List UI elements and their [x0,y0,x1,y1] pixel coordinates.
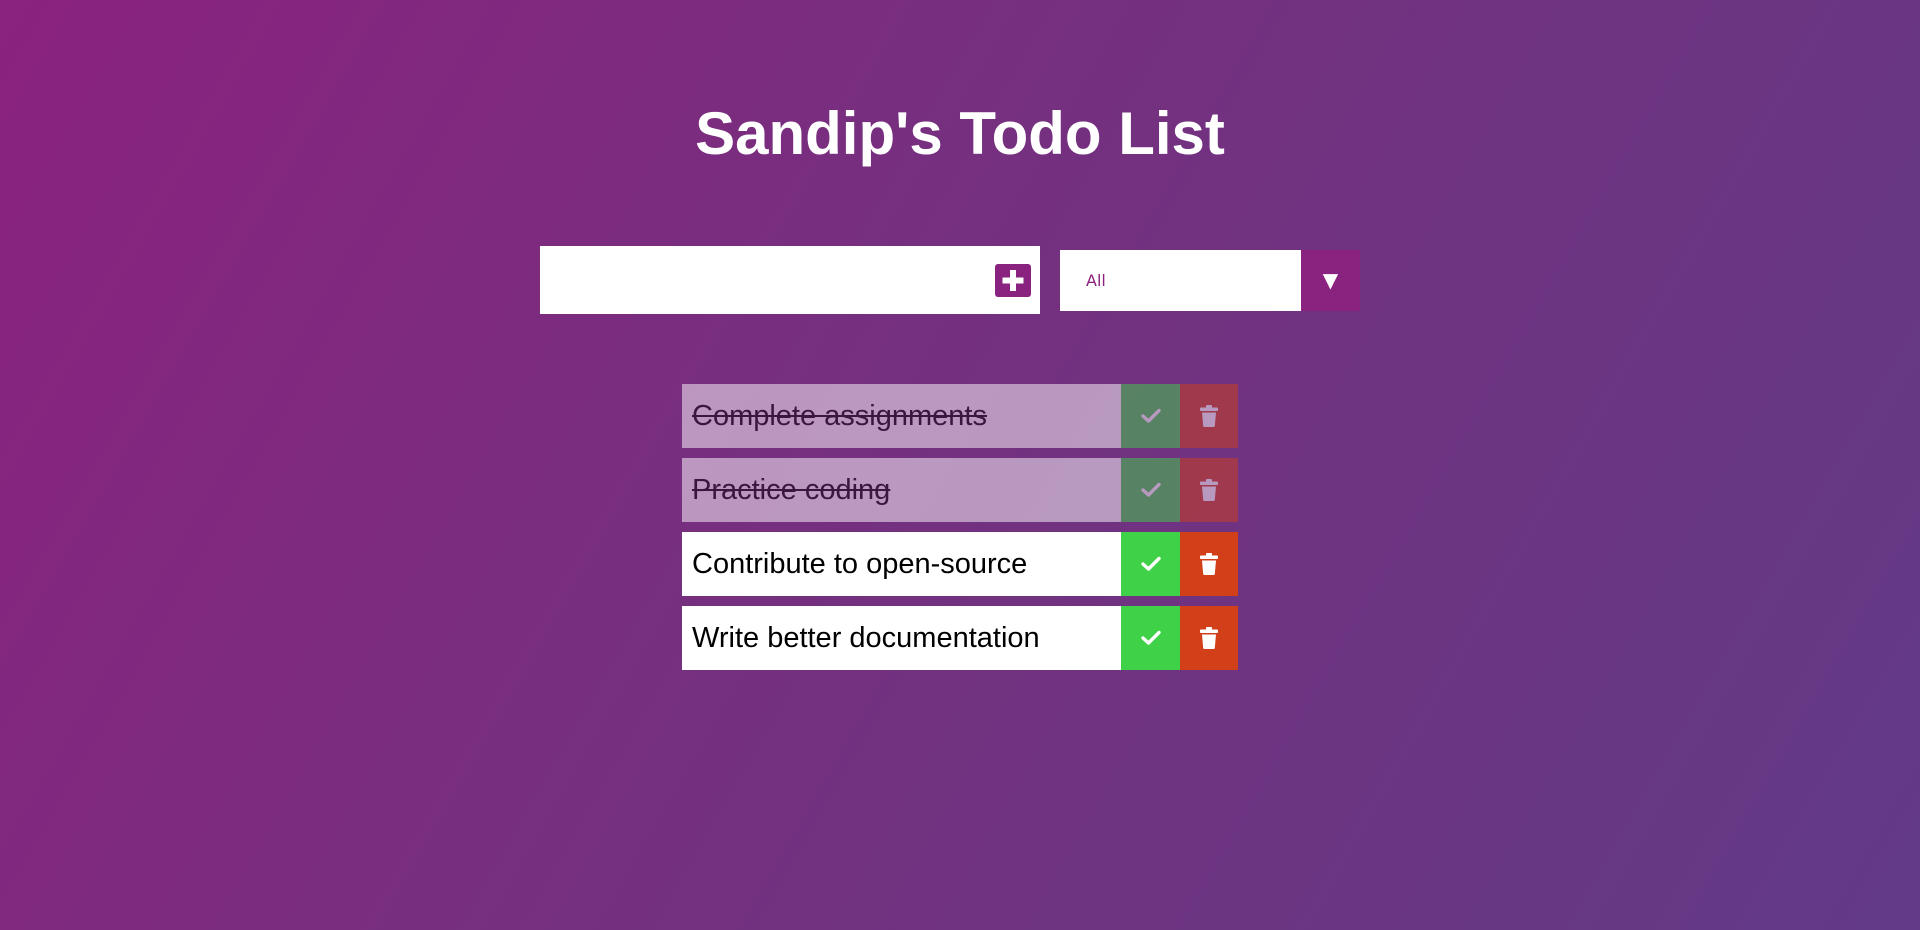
trash-icon [1200,405,1218,427]
filter-select[interactable]: All ▼ [1060,250,1360,311]
caret-down-icon[interactable]: ▼ [1301,250,1360,311]
todo-item: Contribute to open-source [682,532,1238,596]
filter-selected-value: All [1086,271,1106,290]
todo-text: Contribute to open-source [682,532,1121,596]
trash-icon [1200,627,1218,649]
todo-list: Complete assignments Practice coding Contr… [682,384,1238,680]
page-title: Sandip's Todo List [695,100,1225,168]
check-icon [1140,556,1161,571]
todo-item: Write better documentation [682,606,1238,670]
todo-text: Complete assignments [682,384,1121,448]
delete-button[interactable] [1180,532,1238,596]
trash-icon [1200,479,1218,501]
complete-button[interactable] [1121,606,1180,670]
check-icon [1140,482,1161,497]
check-icon [1140,408,1161,423]
check-icon [1140,630,1161,645]
add-todo-button[interactable] [995,264,1031,297]
trash-icon [1200,553,1218,575]
complete-button[interactable] [1121,384,1180,448]
delete-button[interactable] [1180,458,1238,522]
complete-button[interactable] [1121,532,1180,596]
plus-icon [1002,270,1024,291]
todo-input-container [540,246,1040,314]
delete-button[interactable] [1180,384,1238,448]
todo-text: Practice coding [682,458,1121,522]
todo-input[interactable] [540,246,980,314]
complete-button[interactable] [1121,458,1180,522]
todo-text: Write better documentation [682,606,1121,670]
todo-item: Complete assignments [682,384,1238,448]
todo-item: Practice coding [682,458,1238,522]
delete-button[interactable] [1180,606,1238,670]
